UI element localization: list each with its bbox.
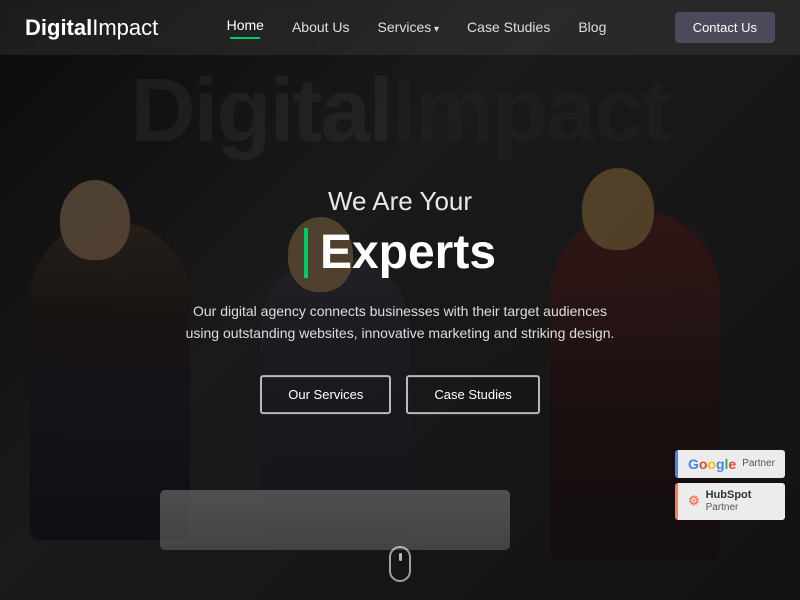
nav-item-about[interactable]: About Us — [292, 19, 350, 37]
hero-content: We Are Your Experts Our digital agency c… — [150, 186, 650, 414]
nav-item-services[interactable]: Services — [378, 19, 440, 37]
google-logo: Google — [688, 456, 736, 472]
nav-link-case-studies[interactable]: Case Studies — [467, 19, 550, 35]
hubspot-name: HubSpot — [706, 489, 752, 502]
scroll-wheel — [399, 553, 402, 561]
nav-link-about[interactable]: About Us — [292, 19, 350, 35]
hero-section: DigitalImpact DigitalImpact Home About U… — [0, 0, 800, 600]
logo-light: Impact — [92, 15, 158, 40]
our-services-button[interactable]: Our Services — [260, 375, 391, 414]
logo-bold: Digital — [25, 15, 92, 40]
google-badge-text: Partner — [742, 458, 775, 470]
title-bar-accent — [304, 228, 308, 278]
hero-title-text: Experts — [320, 225, 496, 280]
nav-item-home[interactable]: Home — [227, 17, 264, 39]
contact-button[interactable]: Contact Us — [675, 12, 775, 43]
google-partner-label: Partner — [742, 458, 775, 470]
nav-link-home[interactable]: Home — [227, 17, 264, 33]
nav-item-case-studies[interactable]: Case Studies — [467, 19, 550, 37]
logo[interactable]: DigitalImpact — [25, 15, 158, 41]
hero-subtitle: We Are Your — [150, 186, 650, 217]
hubspot-logo: ⚙ — [688, 493, 700, 509]
nav-item-blog[interactable]: Blog — [578, 19, 606, 37]
nav-link-services[interactable]: Services — [378, 19, 440, 35]
nav-active-bar — [230, 37, 260, 39]
case-studies-button[interactable]: Case Studies — [406, 375, 539, 414]
navbar: DigitalImpact Home About Us Services Cas… — [0, 0, 800, 55]
nav-link-blog[interactable]: Blog — [578, 19, 606, 35]
hubspot-badge-text: HubSpot Partner — [706, 489, 752, 514]
scroll-mouse — [389, 546, 411, 582]
hubspot-partner-badge[interactable]: ⚙ HubSpot Partner — [675, 483, 785, 520]
hero-title: Experts — [150, 225, 650, 280]
hero-description: Our digital agency connects businesses w… — [185, 300, 615, 345]
hubspot-partner-label: Partner — [706, 502, 752, 514]
hero-buttons: Our Services Case Studies — [150, 375, 650, 414]
scroll-indicator — [389, 546, 411, 582]
partner-badges: Google Partner ⚙ HubSpot Partner — [675, 450, 785, 520]
google-partner-badge[interactable]: Google Partner — [675, 450, 785, 478]
nav-links: Home About Us Services Case Studies Blog — [227, 17, 607, 39]
